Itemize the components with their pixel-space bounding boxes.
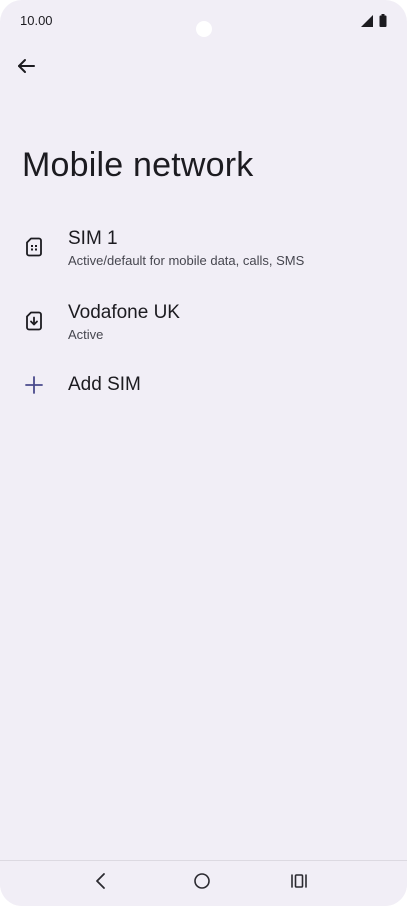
page-title: Mobile network — [22, 146, 254, 184]
sim-card-icon — [22, 235, 46, 259]
nav-recents-button[interactable] — [285, 869, 313, 897]
list-item-subtitle: Active/default for mobile data, calls, S… — [68, 253, 305, 268]
home-icon — [193, 872, 211, 895]
signal-icon — [361, 14, 373, 32]
add-sim-button[interactable]: Add SIM — [0, 362, 407, 408]
nav-back-button[interactable] — [87, 869, 115, 897]
plus-icon — [22, 373, 46, 397]
nav-home-button[interactable] — [188, 869, 216, 897]
navigation-bar — [0, 860, 407, 906]
status-bar: 10.00 — [0, 0, 407, 40]
list-item-title: Add SIM — [68, 374, 141, 395]
list-item-sim-1[interactable]: SIM 1 Active/default for mobile data, ca… — [0, 222, 407, 280]
status-time: 10.00 — [20, 13, 53, 28]
camera-cutout — [196, 21, 212, 37]
status-icons — [361, 14, 387, 32]
list-item-subtitle: Active — [68, 327, 104, 342]
list-item-title: Vodafone UK — [68, 302, 180, 323]
back-icon — [94, 872, 108, 895]
back-button[interactable] — [12, 54, 40, 82]
list-item-vodafone-uk[interactable]: Vodafone UK Active — [0, 296, 407, 354]
phone-screen: 10.00 Mobile network SIM 1 Active/defaul… — [0, 0, 407, 906]
recents-icon — [290, 873, 308, 894]
list-item-title: SIM 1 — [68, 228, 118, 249]
arrow-left-icon — [16, 56, 36, 81]
battery-icon — [379, 14, 387, 32]
esim-download-icon — [22, 309, 46, 333]
